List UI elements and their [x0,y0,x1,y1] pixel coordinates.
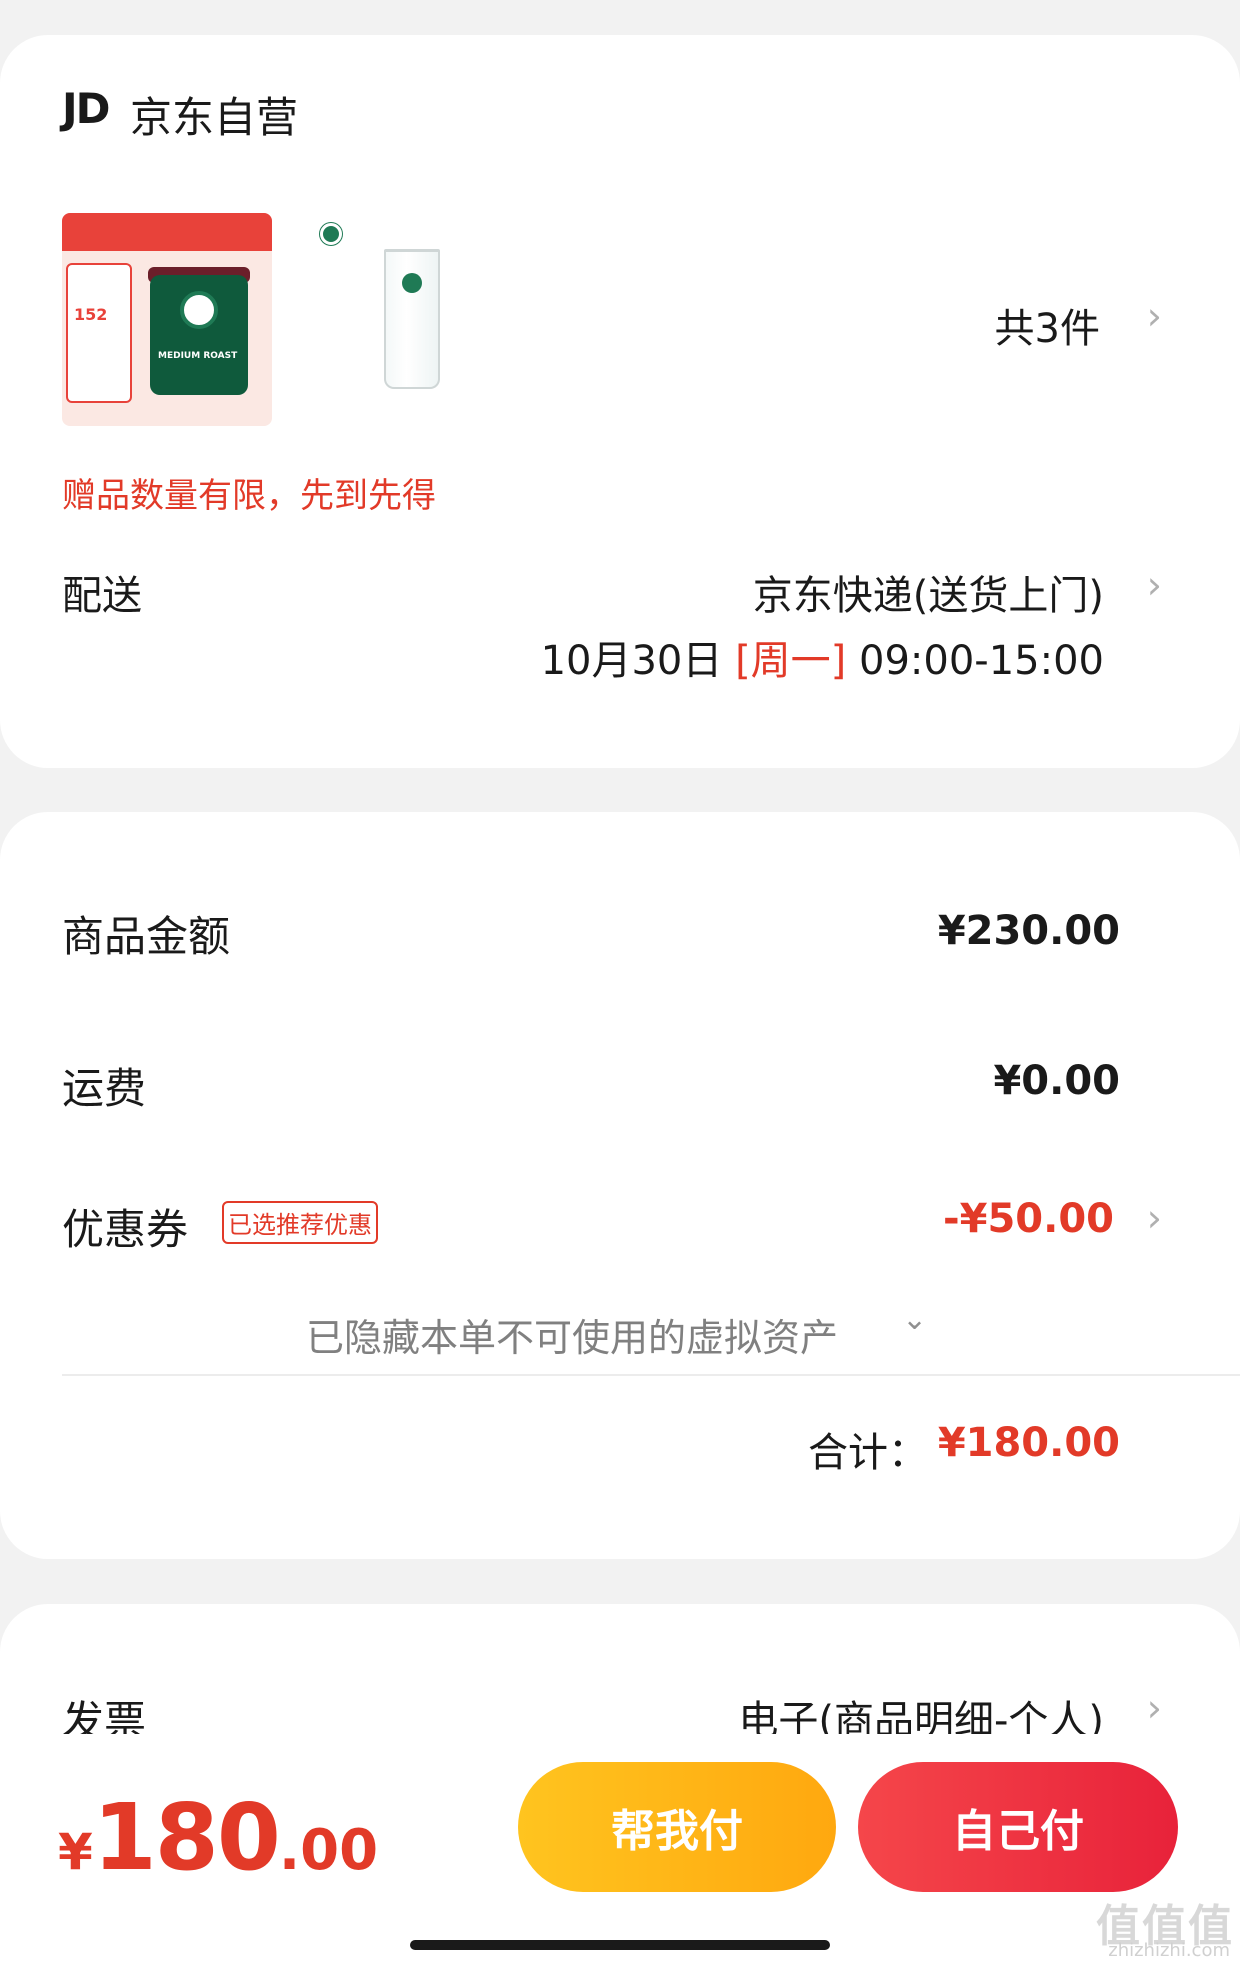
chevron-right-icon[interactable]: › [1147,563,1162,607]
chevron-down-icon[interactable]: ⌄ [902,1302,927,1337]
self-pay-button[interactable]: 自己付 [858,1762,1178,1892]
item-count[interactable]: 共3件 [995,296,1100,354]
chevron-right-icon[interactable]: › [1147,294,1162,338]
store-name: 京东自营 [130,93,299,142]
can-label: MEDIUM ROAST [158,351,238,361]
gift-note: 赠品数量有限，先到先得 [62,476,436,516]
chevron-right-icon[interactable]: › [1147,1196,1162,1240]
freight-value: ¥0.00 [993,1058,1120,1104]
freight-label: 运费 [62,1064,147,1113]
chevron-right-icon[interactable]: › [1147,1686,1162,1730]
hidden-assets-toggle[interactable]: 已隐藏本单不可使用的虚拟资产 [306,1307,838,1362]
price-decimal: .00 [278,1818,379,1883]
coupon-label: 优惠券 [62,1205,189,1254]
price-integer: 180 [92,1784,281,1891]
jd-logo: JD [62,84,110,133]
thumb-banner [62,213,272,251]
divider [62,1374,1240,1376]
starbucks-logo-icon [180,291,218,329]
product-thumbnail-coffee[interactable]: 152 MEDIUM ROAST [62,213,272,426]
shipping-date: 10月30日 [540,638,723,684]
total-label: 合计： [808,1430,928,1476]
help-pay-button[interactable]: 帮我付 [518,1762,836,1892]
goods-amount-value: ¥230.00 [937,908,1120,954]
shipping-hours: 09:00-15:00 [859,638,1104,684]
thumb-promo-box [66,263,132,403]
glass-image [384,249,440,389]
pay-price: ¥180.00 [58,1784,378,1891]
shipping-weekday: [周一] [735,638,847,684]
total-value: ¥180.00 [937,1420,1120,1466]
coupon-selected-badge: 已选推荐优惠 [222,1201,378,1244]
shipping-time[interactable]: 10月30日 [周一] 09:00-15:00 [541,628,1104,686]
shipping-label: 配送 [62,573,142,619]
thumb-price: 152 [74,305,108,324]
glass-logo-icon [402,273,422,293]
starbucks-logo-icon [320,223,342,245]
goods-amount-label: 商品金额 [62,912,231,961]
watermark-domain: zhizhizhi.com [1108,1940,1230,1961]
currency-symbol: ¥ [58,1823,93,1881]
home-indicator[interactable] [410,1940,830,1950]
product-thumbnail-glass[interactable] [298,213,458,426]
shipping-method[interactable]: 京东快递(送货上门) [753,563,1104,621]
coupon-value[interactable]: -¥50.00 [943,1196,1114,1242]
